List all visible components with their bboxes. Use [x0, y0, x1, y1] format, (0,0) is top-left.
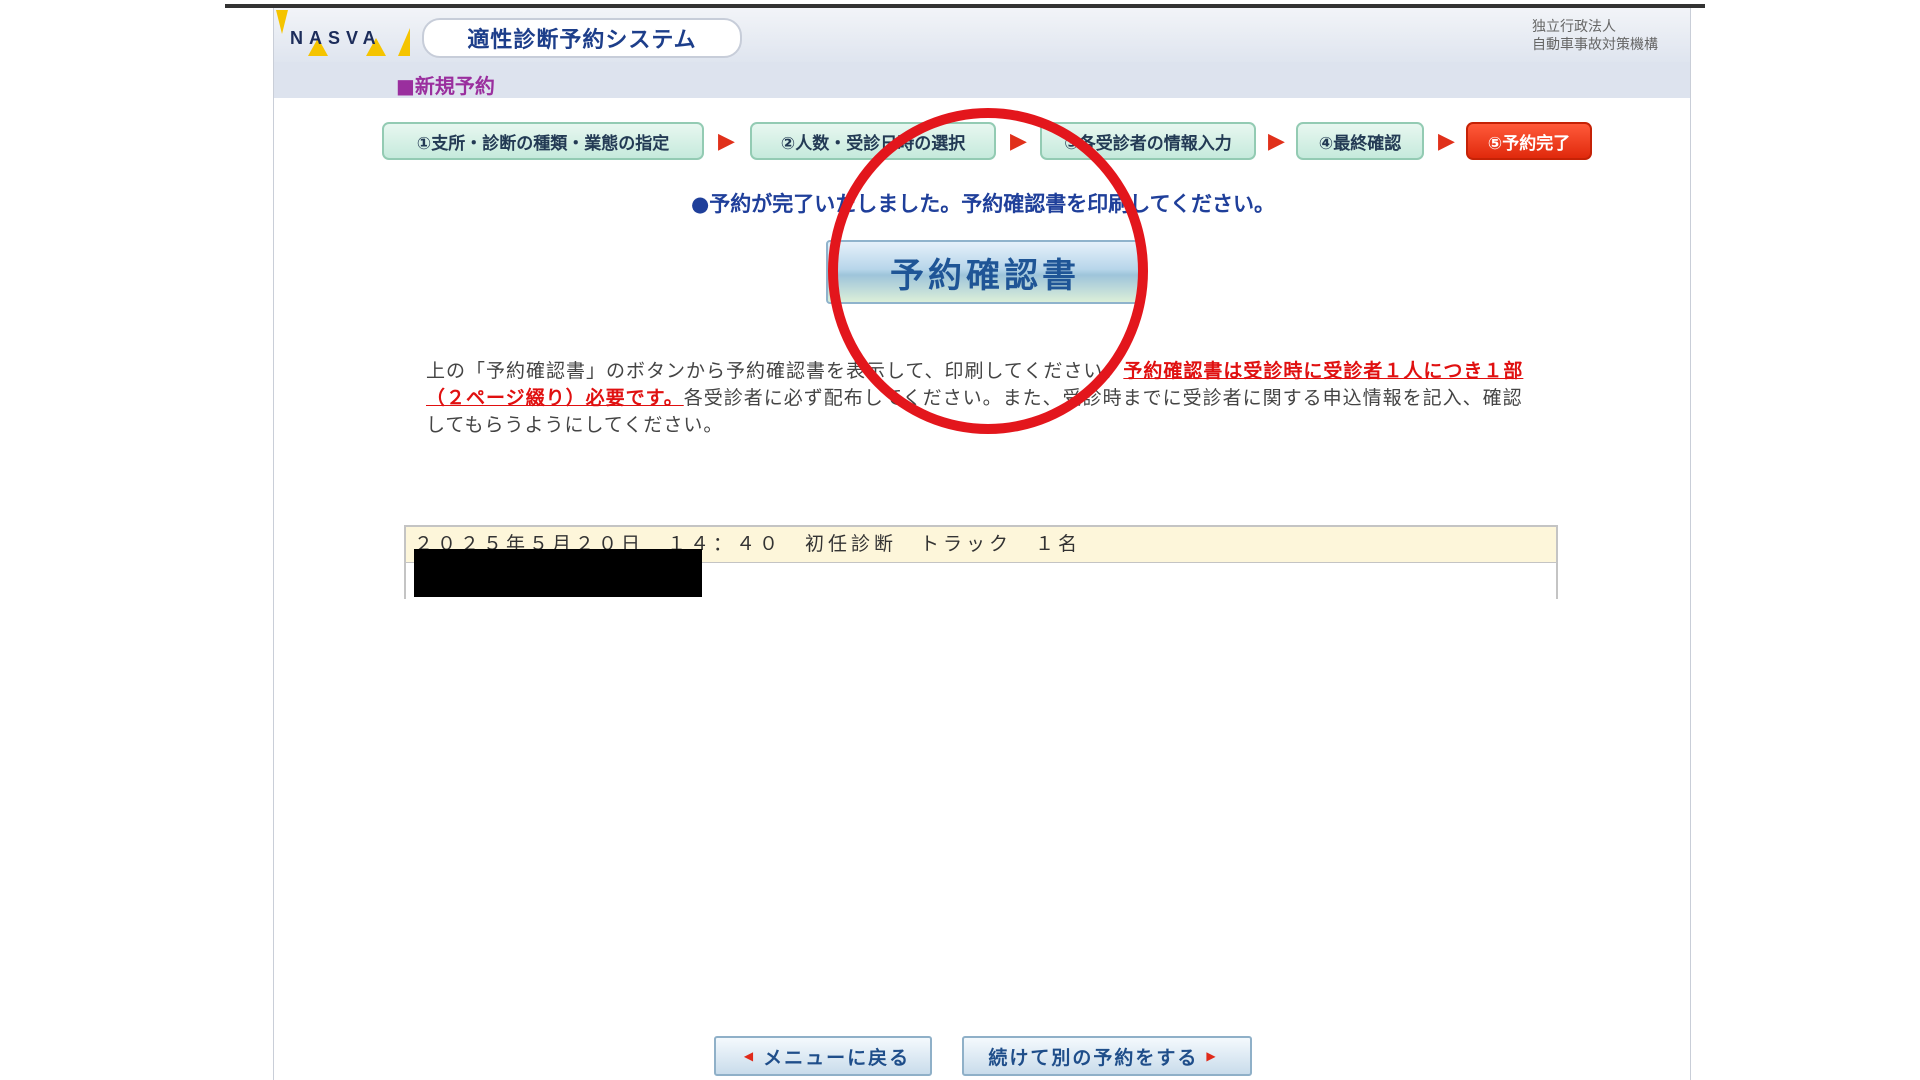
- nasva-logo[interactable]: NASVA: [274, 8, 412, 62]
- appointment-detail-row: [406, 549, 1556, 599]
- new-reservation-label: 続けて別の予約をする: [988, 1046, 1199, 1069]
- right-triangle-icon: ▶: [1206, 1049, 1218, 1063]
- left-triangle-icon: ◀: [743, 1049, 756, 1063]
- back-to-menu-button[interactable]: ◀ メニューに戻る: [714, 1036, 932, 1076]
- instructions-part-1: 上の「予約確認書」のボタンから予約確認書を表示して、印刷してください。: [426, 360, 1124, 382]
- step-5-active: ⑤予約完了: [1466, 122, 1592, 160]
- progress-steps: ①支所・診断の種類・業態の指定 ▶ ②人数・受診日時の選択 ▶ ③各受診者の情報…: [382, 122, 1592, 160]
- step-2: ②人数・受診日時の選択: [750, 122, 996, 160]
- new-reservation-button[interactable]: 続けて別の予約をする ▶: [962, 1036, 1252, 1076]
- page-frame: NASVA 適性診断予約システム 独立行政法人 自動車事故対策機構 ■新規予約 …: [273, 8, 1691, 1080]
- instructions-text: 上の「予約確認書」のボタンから予約確認書を表示して、印刷してください。予約確認書…: [426, 358, 1536, 439]
- step-arrow-icon: ▶: [718, 129, 735, 154]
- nasva-logo-mark: NASVA: [276, 10, 410, 56]
- reservation-confirmation-button[interactable]: 予約確認書: [826, 240, 1144, 304]
- step-4: ④最終確認: [1296, 122, 1424, 160]
- logo-text: NASVA: [290, 28, 382, 48]
- step-arrow-icon: ▶: [1268, 129, 1285, 154]
- step-3: ③各受診者の情報入力: [1040, 122, 1256, 160]
- step-arrow-icon: ▶: [1010, 129, 1027, 154]
- appointment-table: ２０２５年５月２０日 １４：４０ 初任診断 トラック １名: [404, 525, 1558, 599]
- section-title: ■新規予約: [396, 74, 495, 98]
- org-line-1: 独立行政法人: [1532, 19, 1616, 35]
- step-arrow-icon: ▶: [1438, 129, 1455, 154]
- redaction-block: [414, 549, 702, 597]
- org-line-2: 自動車事故対策機構: [1532, 37, 1658, 53]
- organization-name: 独立行政法人 自動車事故対策機構: [1532, 18, 1682, 54]
- completion-notice: ●予約が完了いたしました。予約確認書を印刷してください。: [690, 192, 1276, 216]
- system-title-tab: 適性診断予約システム: [422, 18, 742, 58]
- back-to-menu-label: メニューに戻る: [763, 1046, 911, 1069]
- step-1: ①支所・診断の種類・業態の指定: [382, 122, 704, 160]
- header-bar: NASVA 適性診断予約システム 独立行政法人 自動車事故対策機構: [274, 8, 1690, 62]
